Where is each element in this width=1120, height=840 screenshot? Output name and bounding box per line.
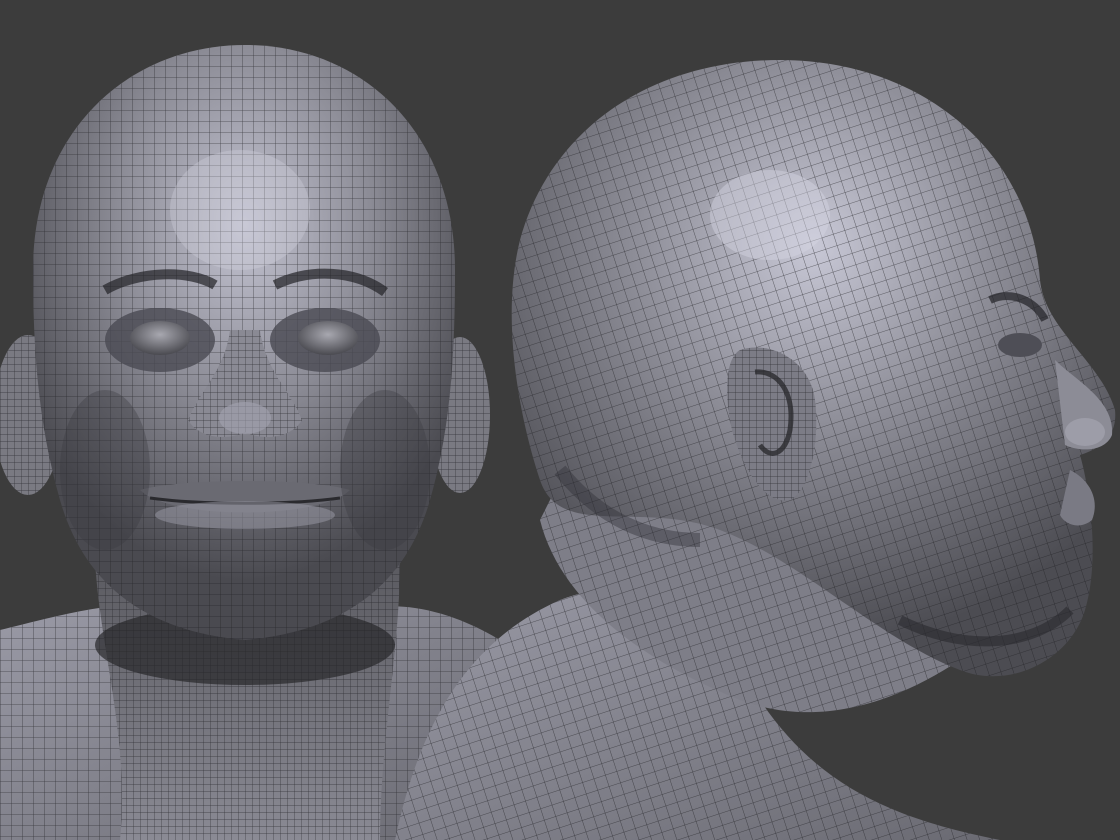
front-view-head [0,45,500,840]
sculpt-viewport [0,0,1120,840]
viewport-canvas [0,0,1120,840]
